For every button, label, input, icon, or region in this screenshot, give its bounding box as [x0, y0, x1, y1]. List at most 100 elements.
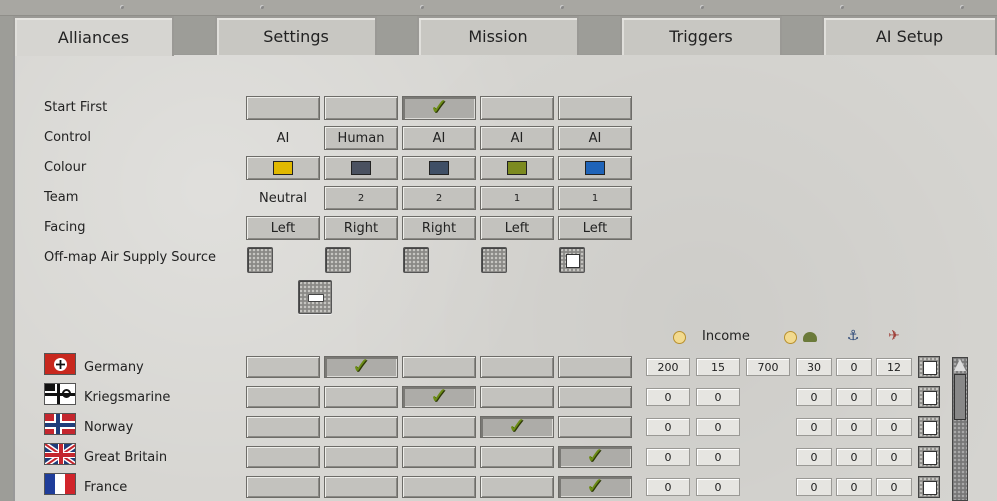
alliance-slot-button[interactable]: ✓ — [324, 356, 398, 378]
alliance-slot-button[interactable] — [402, 356, 476, 378]
resource-value-field[interactable]: 0 — [836, 388, 872, 406]
rivet-icon — [120, 5, 124, 9]
resource-value-field[interactable]: 0 — [876, 448, 912, 466]
gold-coin-icon — [673, 331, 686, 344]
alliance-slot-button[interactable]: ✓ — [480, 416, 554, 438]
resource-value-field[interactable]: 0 — [646, 418, 690, 436]
alliance-slot-button[interactable] — [402, 416, 476, 438]
alliance-slot-button[interactable] — [246, 356, 320, 378]
colour-button[interactable] — [402, 156, 476, 180]
resource-value-field[interactable]: 0 — [696, 388, 740, 406]
team-button[interactable]: 2 — [402, 186, 476, 210]
facing-button[interactable]: Left — [558, 216, 632, 240]
resource-value-field[interactable]: 0 — [696, 478, 740, 496]
resource-value-field[interactable]: 30 — [796, 358, 832, 376]
resource-value-field[interactable]: 0 — [696, 448, 740, 466]
alliance-slot-button[interactable] — [558, 416, 632, 438]
scrollbar[interactable] — [952, 357, 968, 501]
colour-button[interactable] — [558, 156, 632, 180]
resource-value-field[interactable]: 0 — [646, 478, 690, 496]
alliance-slot-button[interactable] — [402, 476, 476, 498]
control-button[interactable]: AI — [480, 126, 554, 150]
resource-value-field[interactable]: 0 — [836, 418, 872, 436]
alliance-slot-button[interactable] — [480, 476, 554, 498]
resource-value-field[interactable]: 0 — [696, 418, 740, 436]
alliance-slot-button[interactable] — [324, 416, 398, 438]
remove-column-button[interactable] — [298, 280, 332, 314]
resource-value-field[interactable]: 0 — [796, 418, 832, 436]
nation-enabled-checkbox[interactable] — [918, 446, 940, 468]
alliance-slot-button[interactable]: ✓ — [402, 386, 476, 408]
facing-button[interactable]: Right — [402, 216, 476, 240]
resource-value-field[interactable]: 0 — [646, 388, 690, 406]
air-supply-checkbox[interactable] — [247, 247, 273, 273]
scroll-thumb[interactable] — [954, 374, 966, 420]
facing-button[interactable]: Left — [480, 216, 554, 240]
alliance-slot-button[interactable] — [480, 356, 554, 378]
tab-ai-setup[interactable]: AI Setup — [822, 16, 997, 55]
start-first-button[interactable] — [324, 96, 398, 120]
resource-value-field[interactable]: 0 — [796, 388, 832, 406]
control-button[interactable]: AI — [402, 126, 476, 150]
air-supply-checkbox[interactable] — [481, 247, 507, 273]
alliance-slot-button[interactable] — [246, 446, 320, 468]
resource-value-field[interactable]: 200 — [646, 358, 690, 376]
resource-value-field[interactable]: 0 — [796, 478, 832, 496]
alliance-slot-button[interactable] — [324, 476, 398, 498]
tab-mission[interactable]: Mission — [417, 16, 579, 55]
team-button[interactable]: 2 — [324, 186, 398, 210]
resource-value-field[interactable]: 0 — [836, 448, 872, 466]
team-button[interactable]: 1 — [480, 186, 554, 210]
start-first-button[interactable] — [558, 96, 632, 120]
colour-button[interactable] — [480, 156, 554, 180]
colour-button[interactable] — [246, 156, 320, 180]
tab-settings[interactable]: Settings — [215, 16, 377, 55]
alliance-slot-button[interactable] — [402, 446, 476, 468]
alliance-slot-button[interactable] — [246, 416, 320, 438]
alliance-slot-button[interactable] — [324, 386, 398, 408]
air-supply-checkbox[interactable] — [559, 247, 585, 273]
alliance-slot-button[interactable] — [480, 386, 554, 408]
resource-value-field[interactable]: 0 — [646, 448, 690, 466]
alliance-slot-button[interactable] — [480, 446, 554, 468]
colour-swatch — [429, 161, 449, 175]
nation-enabled-checkbox[interactable] — [918, 476, 940, 498]
alliance-slot-button[interactable] — [246, 476, 320, 498]
team-button[interactable]: 1 — [558, 186, 632, 210]
resource-value-field[interactable]: 12 — [876, 358, 912, 376]
air-supply-checkbox[interactable] — [325, 247, 351, 273]
resource-value-field[interactable]: 0 — [836, 478, 872, 496]
air-supply-checkbox[interactable] — [403, 247, 429, 273]
control-button[interactable]: AI — [246, 126, 320, 150]
resource-value-field[interactable]: 0 — [836, 358, 872, 376]
nation-name: Germany — [84, 360, 144, 375]
tab-triggers[interactable]: Triggers — [620, 16, 782, 55]
start-first-button[interactable]: ✓ — [402, 96, 476, 120]
alliance-slot-button[interactable] — [558, 386, 632, 408]
control-button[interactable]: Human — [324, 126, 398, 150]
facing-button[interactable]: Left — [246, 216, 320, 240]
start-first-button[interactable] — [246, 96, 320, 120]
start-first-button[interactable] — [480, 96, 554, 120]
colour-button[interactable] — [324, 156, 398, 180]
nation-enabled-checkbox[interactable] — [918, 416, 940, 438]
alliance-slot-button[interactable] — [324, 446, 398, 468]
control-button[interactable]: AI — [558, 126, 632, 150]
nation-name: Norway — [84, 420, 134, 435]
resource-value-field[interactable]: 0 — [796, 448, 832, 466]
alliance-slot-button[interactable]: ✓ — [558, 446, 632, 468]
resource-value-field[interactable]: 15 — [696, 358, 740, 376]
nation-enabled-checkbox[interactable] — [918, 386, 940, 408]
team-button[interactable]: Neutral — [246, 186, 320, 210]
alliance-slot-button[interactable]: ✓ — [558, 476, 632, 498]
resource-value-field[interactable]: 0 — [876, 478, 912, 496]
resource-value-field[interactable]: 700 — [746, 358, 790, 376]
alliance-slot-button[interactable] — [246, 386, 320, 408]
resource-value-field[interactable]: 0 — [876, 388, 912, 406]
scroll-up-arrow-icon[interactable] — [954, 359, 966, 371]
alliance-slot-button[interactable] — [558, 356, 632, 378]
resource-value-field[interactable]: 0 — [876, 418, 912, 436]
tab-alliances[interactable]: Alliances — [13, 16, 174, 56]
facing-button[interactable]: Right — [324, 216, 398, 240]
nation-enabled-checkbox[interactable] — [918, 356, 940, 378]
